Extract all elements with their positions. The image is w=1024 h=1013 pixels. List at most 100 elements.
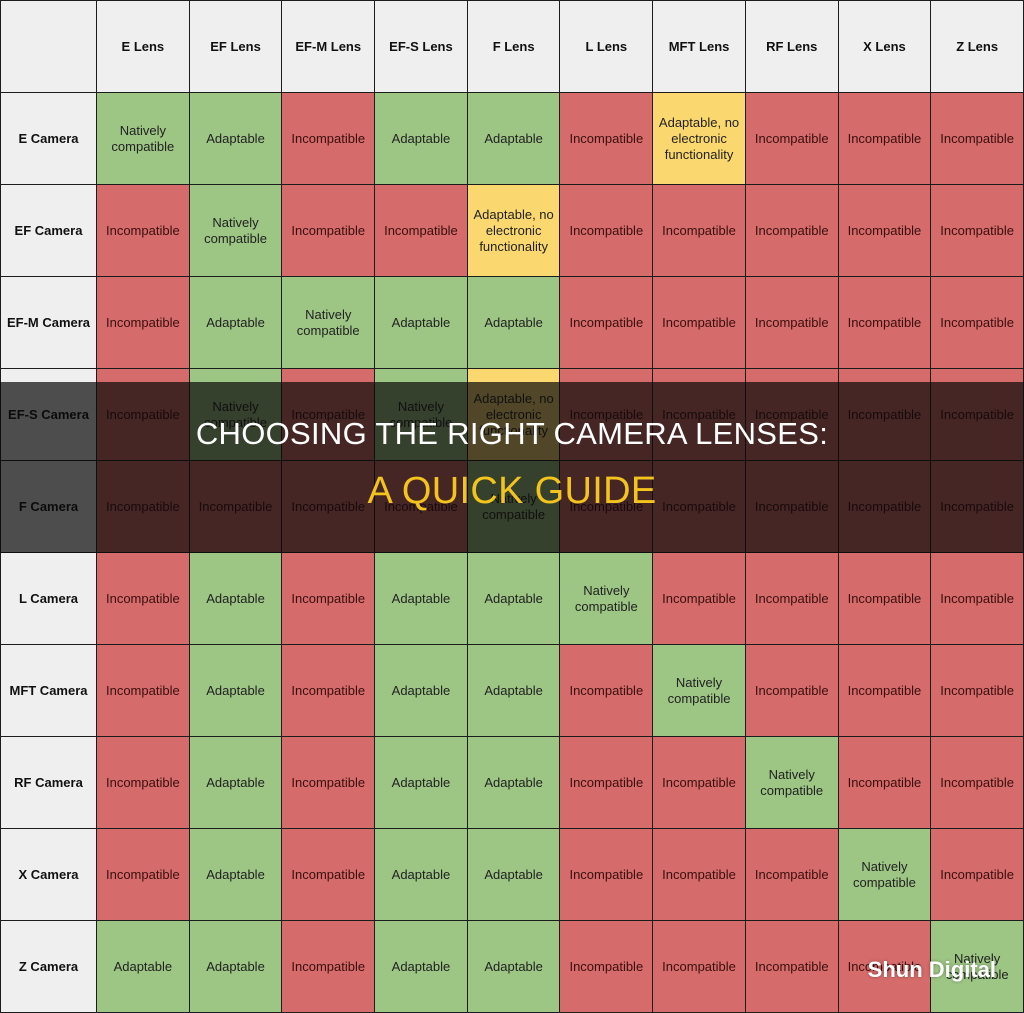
compatibility-cell: Incompatible — [97, 185, 189, 276]
compatibility-cell: Incompatible — [282, 921, 375, 1012]
compatibility-cell: Incompatible — [560, 737, 653, 828]
compatibility-cell: Adaptable — [467, 277, 560, 368]
compatibility-cell: Incompatible — [745, 553, 838, 644]
compatibility-cell: Adaptable — [375, 553, 467, 644]
compatibility-cell: Incompatible — [745, 645, 838, 736]
row-header: MFT Camera — [1, 645, 96, 736]
compatibility-cell: Incompatible — [653, 277, 745, 368]
compatibility-cell: Incompatible — [560, 829, 653, 920]
compatibility-cell: Adaptable, no electronic functionality — [653, 93, 745, 184]
compatibility-cell: Adaptable — [375, 829, 467, 920]
compatibility-cell: Incompatible — [282, 737, 375, 828]
compatibility-cell: Incompatible — [931, 277, 1023, 368]
row-header: RF Camera — [1, 737, 96, 828]
row-header: E Camera — [1, 93, 96, 184]
compatibility-cell: Incompatible — [838, 553, 931, 644]
compatibility-cell: Adaptable — [375, 277, 467, 368]
compatibility-cell: Incompatible — [282, 829, 375, 920]
column-header: E Lens — [97, 1, 189, 92]
compatibility-cell: Adaptable — [189, 93, 282, 184]
compatibility-cell: Incompatible — [560, 93, 653, 184]
compatibility-cell: Incompatible — [560, 185, 653, 276]
compatibility-cell: Incompatible — [282, 645, 375, 736]
compatibility-cell: Incompatible — [282, 553, 375, 644]
row-header: L Camera — [1, 553, 96, 644]
compatibility-cell: Natively compatible — [838, 829, 931, 920]
row-header: X Camera — [1, 829, 96, 920]
compatibility-cell: Incompatible — [282, 93, 375, 184]
compatibility-cell: Adaptable — [189, 645, 282, 736]
compatibility-cell: Incompatible — [931, 93, 1023, 184]
compatibility-cell: Adaptable — [467, 553, 560, 644]
compatibility-cell: Incompatible — [282, 185, 375, 276]
row-header: EF Camera — [1, 185, 96, 276]
column-header: L Lens — [560, 1, 653, 92]
compatibility-cell: Adaptable — [375, 921, 467, 1012]
compatibility-cell: Incompatible — [838, 737, 931, 828]
compatibility-cell: Incompatible — [97, 829, 189, 920]
column-header: MFT Lens — [653, 1, 745, 92]
compatibility-cell: Incompatible — [745, 829, 838, 920]
compatibility-cell: Natively compatible — [97, 93, 189, 184]
compatibility-cell: Adaptable — [467, 645, 560, 736]
compatibility-cell: Incompatible — [653, 829, 745, 920]
column-header: F Lens — [467, 1, 560, 92]
compatibility-cell: Natively compatible — [189, 185, 282, 276]
column-header: X Lens — [838, 1, 931, 92]
compatibility-cell: Incompatible — [653, 185, 745, 276]
compatibility-cell: Incompatible — [838, 645, 931, 736]
column-header: Z Lens — [931, 1, 1023, 92]
compatibility-cell: Incompatible — [97, 277, 189, 368]
compatibility-cell: Incompatible — [745, 93, 838, 184]
compatibility-cell: Adaptable, no electronic functionality — [467, 185, 560, 276]
compatibility-cell: Incompatible — [931, 829, 1023, 920]
compatibility-cell: Natively compatible — [653, 645, 745, 736]
compatibility-cell: Adaptable — [189, 829, 282, 920]
compatibility-cell: Incompatible — [97, 553, 189, 644]
compatibility-cell: Incompatible — [375, 185, 467, 276]
compatibility-cell: Incompatible — [97, 737, 189, 828]
row-header: Z Camera — [1, 921, 96, 1012]
compatibility-cell: Incompatible — [745, 185, 838, 276]
column-header: EF-S Lens — [375, 1, 467, 92]
compatibility-cell: Adaptable — [189, 277, 282, 368]
compatibility-cell: Adaptable — [375, 737, 467, 828]
compatibility-cell: Incompatible — [653, 553, 745, 644]
compatibility-cell: Natively compatible — [560, 553, 653, 644]
compatibility-cell: Adaptable — [375, 93, 467, 184]
compatibility-cell: Adaptable — [467, 829, 560, 920]
compatibility-cell: Adaptable — [467, 737, 560, 828]
column-header: EF-M Lens — [282, 1, 375, 92]
compatibility-cell: Incompatible — [560, 277, 653, 368]
compatibility-cell: Incompatible — [745, 921, 838, 1012]
banner-title: CHOOSING THE RIGHT CAMERA LENSES: — [195, 416, 829, 451]
compatibility-cell: Adaptable — [375, 645, 467, 736]
compatibility-cell: Adaptable — [97, 921, 189, 1012]
compatibility-cell: Incompatible — [653, 737, 745, 828]
compatibility-cell: Adaptable — [467, 93, 560, 184]
compatibility-cell: Incompatible — [745, 277, 838, 368]
compatibility-cell: Incompatible — [838, 93, 931, 184]
compatibility-cell: Incompatible — [931, 553, 1023, 644]
table-corner-cell — [1, 1, 96, 92]
row-header: EF-M Camera — [1, 277, 96, 368]
compatibility-cell: Adaptable — [189, 553, 282, 644]
column-header: RF Lens — [745, 1, 838, 92]
banner-subtitle: A QUICK GUIDE — [367, 470, 657, 512]
title-banner: CHOOSING THE RIGHT CAMERA LENSES: A QUIC… — [0, 382, 1024, 553]
compatibility-cell: Adaptable — [189, 737, 282, 828]
compatibility-cell: Incompatible — [560, 921, 653, 1012]
compatibility-cell: Incompatible — [838, 185, 931, 276]
compatibility-cell: Natively compatible — [282, 277, 375, 368]
compatibility-cell: Adaptable — [189, 921, 282, 1012]
compatibility-cell: Incompatible — [931, 645, 1023, 736]
compatibility-cell: Incompatible — [97, 645, 189, 736]
compatibility-cell: Incompatible — [653, 921, 745, 1012]
compatibility-cell: Incompatible — [838, 277, 931, 368]
compatibility-cell: Incompatible — [931, 185, 1023, 276]
column-header: EF Lens — [189, 1, 282, 92]
compatibility-cell: Adaptable — [467, 921, 560, 1012]
watermark-logo: Shun Digital — [867, 957, 996, 982]
compatibility-cell: Natively compatible — [745, 737, 838, 828]
compatibility-cell: Incompatible — [560, 645, 653, 736]
